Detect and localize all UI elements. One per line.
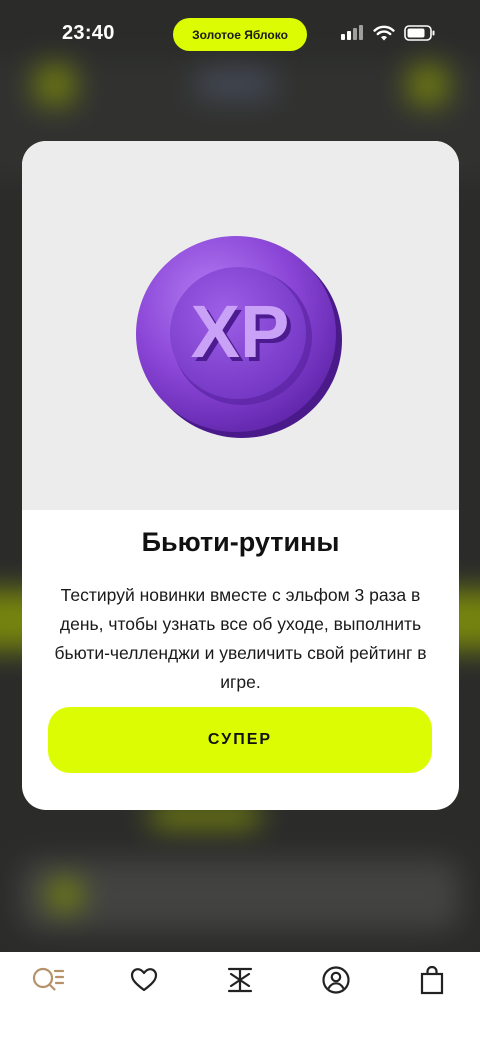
confirm-button[interactable]: СУПЕР [48,707,432,773]
battery-icon [404,25,436,46]
status-time: 23:40 [62,22,115,44]
status-icons [340,24,436,47]
search-catalog-icon [31,965,65,1000]
tab-cart[interactable] [408,962,456,1002]
modal-description: Тестируй новинки вместе с эльфом 3 раза … [54,585,427,692]
bottom-tab-bar [0,952,480,1043]
store-pill[interactable]: Золотое Яблоко [173,18,307,51]
modal-title: Бьюти-рутины [141,527,340,557]
shopping-bag-icon [419,965,445,1000]
xp-coin-icon: XP XP [126,227,348,448]
tab-search-catalog[interactable] [24,962,72,1002]
brand-logo-icon [225,965,255,1000]
signal-icon [340,24,364,47]
modal-illustration: XP XP [22,141,459,510]
store-pill-label: Золотое Яблоко [192,27,288,42]
profile-icon [321,965,351,1000]
tab-profile[interactable] [312,962,360,1002]
confirm-button-label: СУПЕР [207,731,273,748]
status-bar: 23:40 Золотое Яблоко [0,0,480,70]
wifi-icon [373,25,395,47]
onboarding-modal: XP XP Бьюти-рутины Тестируй новинки вмес… [22,141,459,810]
tab-home[interactable] [216,962,264,1002]
heart-icon [130,967,158,998]
coin-xp-text-face: XP [191,290,290,373]
tab-favorites[interactable] [120,962,168,1002]
